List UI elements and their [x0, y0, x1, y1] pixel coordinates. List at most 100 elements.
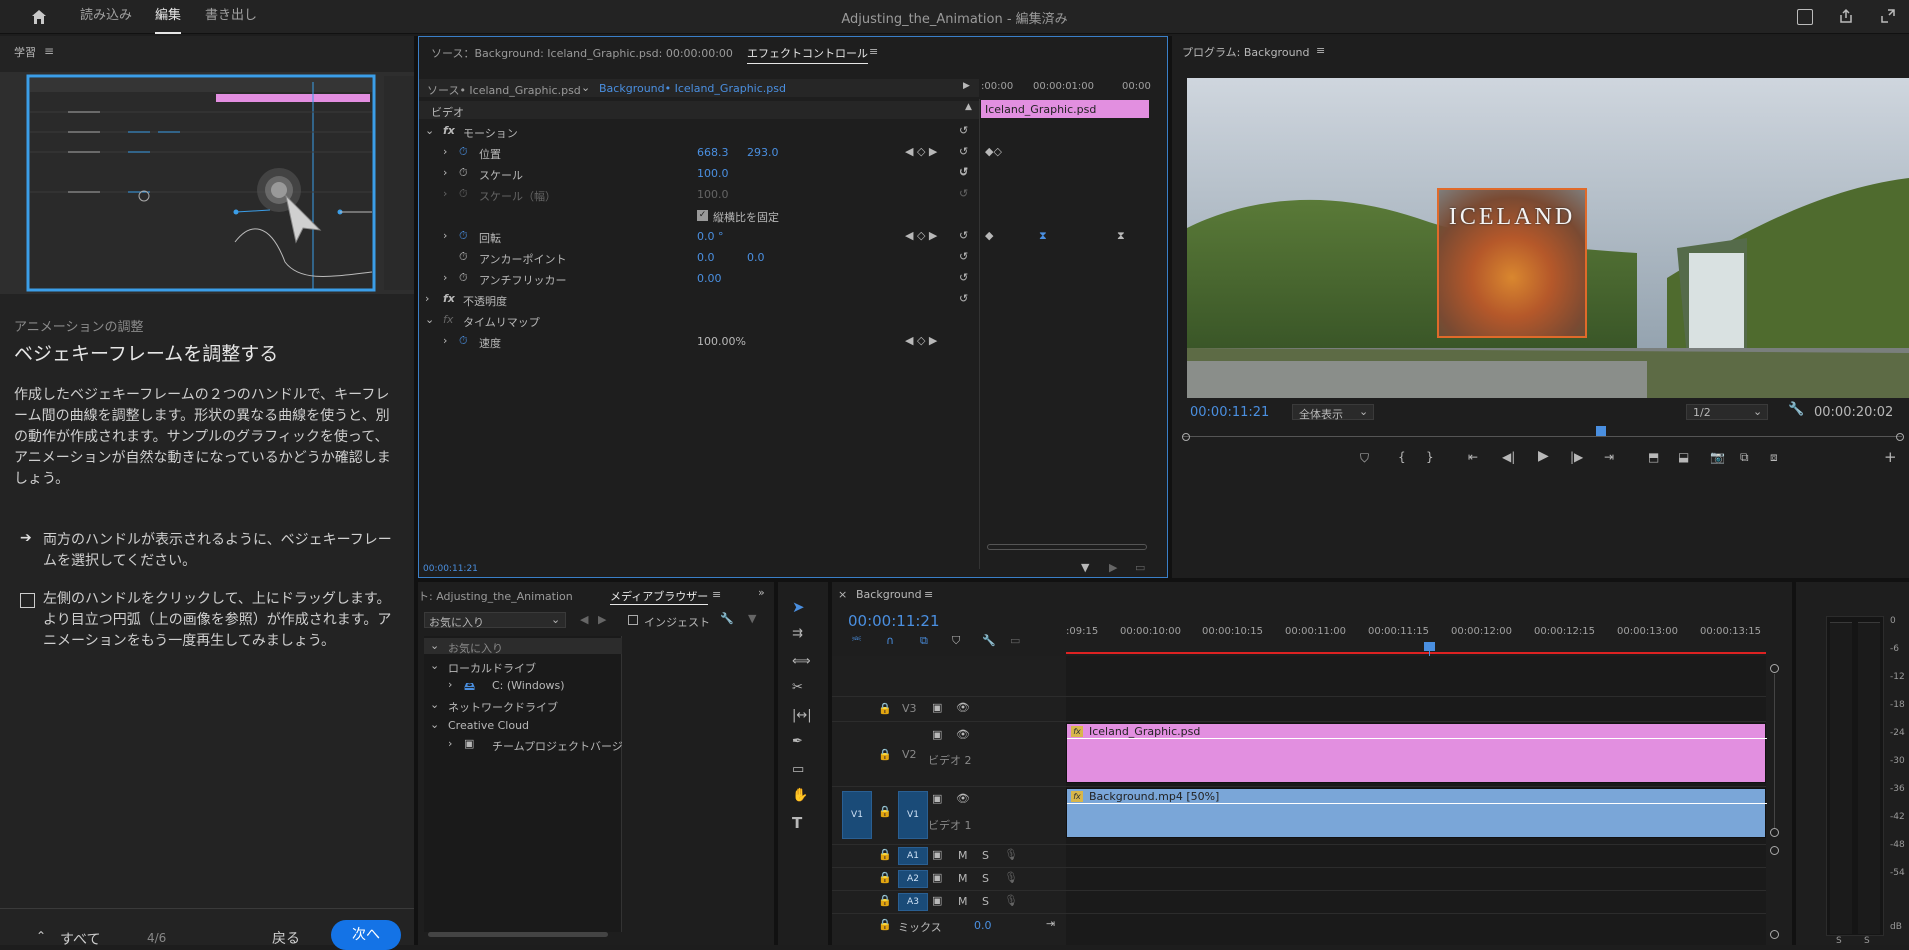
razor-tool-icon[interactable]: ✂	[792, 680, 803, 695]
stopwatch-icon[interactable]: ⏱	[459, 166, 468, 180]
keyframe-nav-icon[interactable]: ◀ ◇ ▶	[905, 145, 937, 158]
wrench-icon[interactable]: 🔧	[1788, 402, 1804, 417]
stopwatch-icon[interactable]: ⏱	[459, 334, 468, 348]
favorites-select[interactable]: お気に入り ⌄	[424, 612, 566, 629]
rotation-value[interactable]: 0.0 °	[697, 230, 724, 243]
lift-icon[interactable]: ⬒	[1648, 450, 1659, 464]
extract-icon[interactable]: ⬓	[1678, 450, 1689, 464]
position-y[interactable]: 293.0	[747, 146, 779, 159]
reset-icon[interactable]: ↺	[959, 165, 968, 178]
reset-icon[interactable]: ↺	[959, 292, 968, 305]
scrubber-playhead[interactable]	[1596, 426, 1606, 436]
reset-icon[interactable]: ↺	[959, 250, 968, 263]
tree-local-drives[interactable]: ⌄ ローカルドライブ	[424, 658, 622, 675]
program-video-frame[interactable]: ICELAND	[1187, 78, 1909, 398]
step-checkbox[interactable]	[20, 593, 35, 608]
lock-icon[interactable]: 🔒	[878, 918, 892, 931]
chevron-right-icon[interactable]: ›	[443, 145, 447, 158]
panel-menu-icon[interactable]: ≡	[44, 44, 54, 58]
forward-arrow-icon[interactable]: ▶	[598, 613, 606, 626]
eye-icon[interactable]: 👁	[956, 728, 970, 741]
chevron-right-icon[interactable]: ›	[443, 271, 447, 284]
lock-icon[interactable]: 🔒	[878, 894, 892, 907]
eye-icon[interactable]: 👁	[956, 701, 970, 714]
bezier-keyframe[interactable]: ⧗	[1039, 229, 1047, 243]
timeline-timecode[interactable]: 00:00:11:21	[848, 612, 940, 630]
speed-value[interactable]: 100.00%	[697, 335, 746, 348]
anchor-x[interactable]: 0.0	[697, 251, 715, 264]
resolution-select[interactable]: 1/2 ⌄	[1686, 404, 1768, 420]
clip-background[interactable]: fx Background.mp4 [50%]	[1066, 788, 1767, 838]
iceland-graphic[interactable]: ICELAND	[1437, 188, 1587, 338]
chevron-right-icon[interactable]: ›	[443, 229, 447, 242]
scale-value[interactable]: 100.0	[697, 167, 729, 180]
track-a1-target[interactable]: A1	[898, 847, 928, 865]
chevron-right-icon[interactable]: ›	[443, 166, 447, 179]
lock-icon[interactable]: 🔒	[878, 748, 892, 761]
pen-tool-icon[interactable]: ✒	[792, 734, 803, 749]
mute-button[interactable]: M	[958, 895, 968, 908]
mute-button[interactable]: M	[958, 872, 968, 885]
all-lessons-link[interactable]: すべて	[60, 929, 100, 949]
add-marker-icon[interactable]: ⛉	[952, 634, 960, 648]
track-select-icon[interactable]: ⇉	[792, 626, 803, 641]
stopwatch-icon[interactable]: ⏱	[459, 229, 468, 243]
lock-icon[interactable]: 🔒	[878, 702, 892, 715]
keyframe-marker[interactable]: ◆◇	[985, 145, 1002, 158]
sync-icon[interactable]: ▣	[932, 894, 942, 907]
track-scroll-handle[interactable]	[1770, 828, 1779, 837]
tree-network[interactable]: ⌄ ネットワークドライブ	[424, 697, 622, 714]
tree-scrollbar[interactable]	[428, 932, 608, 937]
scrubber-start[interactable]	[1182, 433, 1190, 441]
anchor-y[interactable]: 0.0	[747, 251, 765, 264]
filter-icon[interactable]: ▼	[748, 612, 756, 625]
sequence-tab[interactable]: Background	[856, 588, 922, 601]
sync-icon[interactable]: ▣	[932, 792, 942, 805]
go-to-in-icon[interactable]: ⇤	[1468, 450, 1478, 464]
linked-selection-icon[interactable]: ⧉	[920, 634, 928, 648]
quick-export-icon[interactable]	[1797, 9, 1813, 25]
reset-icon[interactable]: ↺	[959, 145, 968, 158]
effect-controls-tab[interactable]: エフェクトコントロール	[747, 45, 868, 64]
chevron-down-icon[interactable]: ⌄	[425, 124, 434, 137]
stopwatch-icon[interactable]: ⏱	[459, 145, 468, 159]
export-frame-icon[interactable]: ▶	[1109, 561, 1117, 574]
selection-tool-icon[interactable]: ➤	[792, 598, 805, 616]
type-tool-icon[interactable]: T	[792, 814, 802, 832]
track-scrollbar[interactable]	[1774, 674, 1775, 828]
time-remap-row[interactable]: ⌄ fx タイムリマップ	[419, 312, 979, 330]
chevron-down-icon[interactable]: ⌄	[581, 81, 590, 94]
rectangle-tool-icon[interactable]: ▭	[792, 762, 804, 777]
lock-icon[interactable]: 🔒	[878, 805, 892, 818]
eye-icon[interactable]: 👁	[956, 792, 970, 805]
motion-row[interactable]: ⌄ fx モーション ↺	[419, 123, 979, 141]
keyframe-marker[interactable]: ◆	[985, 229, 993, 242]
stopwatch-icon[interactable]: ⏱	[459, 250, 468, 264]
hand-tool-icon[interactable]: ✋	[792, 788, 808, 803]
keyframe-nav-icon[interactable]: ◀ ◇ ▶	[905, 334, 937, 347]
media-browser-tab[interactable]: メディアブラウザー	[610, 588, 709, 605]
play-icon[interactable]: ▶	[1538, 448, 1549, 464]
wrench-icon[interactable]: 🔧	[720, 612, 734, 625]
solo-button[interactable]: S	[982, 849, 989, 862]
track-a2-target[interactable]: A2	[898, 870, 928, 888]
mic-icon[interactable]: 🎙	[1004, 871, 1018, 884]
solo-button[interactable]: S	[982, 895, 989, 908]
play-only-icon[interactable]: ▶	[963, 81, 970, 91]
stopwatch-icon[interactable]: ⏱	[459, 271, 468, 285]
scrubber-end[interactable]	[1896, 433, 1904, 441]
go-to-out-icon[interactable]: ⇥	[1604, 450, 1614, 464]
tree-creative-cloud[interactable]: ⌄ Creative Cloud	[424, 717, 622, 733]
keyframe-nav-icon[interactable]: ◀ ◇ ▶	[905, 229, 937, 242]
track-scroll-handle[interactable]	[1770, 846, 1779, 855]
lock-icon[interactable]: 🔒	[878, 848, 892, 861]
sync-icon[interactable]: ▣	[932, 701, 942, 714]
go-to-end-icon[interactable]: ⇥	[1046, 917, 1055, 930]
slip-tool-icon[interactable]: |↔|	[792, 708, 812, 723]
project-tab[interactable]: ト: Adjusting_the_Animation	[418, 588, 573, 604]
insert-icon[interactable]: ▭	[1135, 561, 1145, 574]
zoom-select[interactable]: 全体表示 ⌄	[1292, 404, 1374, 421]
scroll-up-icon[interactable]: ▲	[965, 102, 972, 112]
uniform-scale-checkbox[interactable]: ✓	[697, 210, 708, 221]
mic-icon[interactable]: 🎙	[1004, 848, 1018, 861]
